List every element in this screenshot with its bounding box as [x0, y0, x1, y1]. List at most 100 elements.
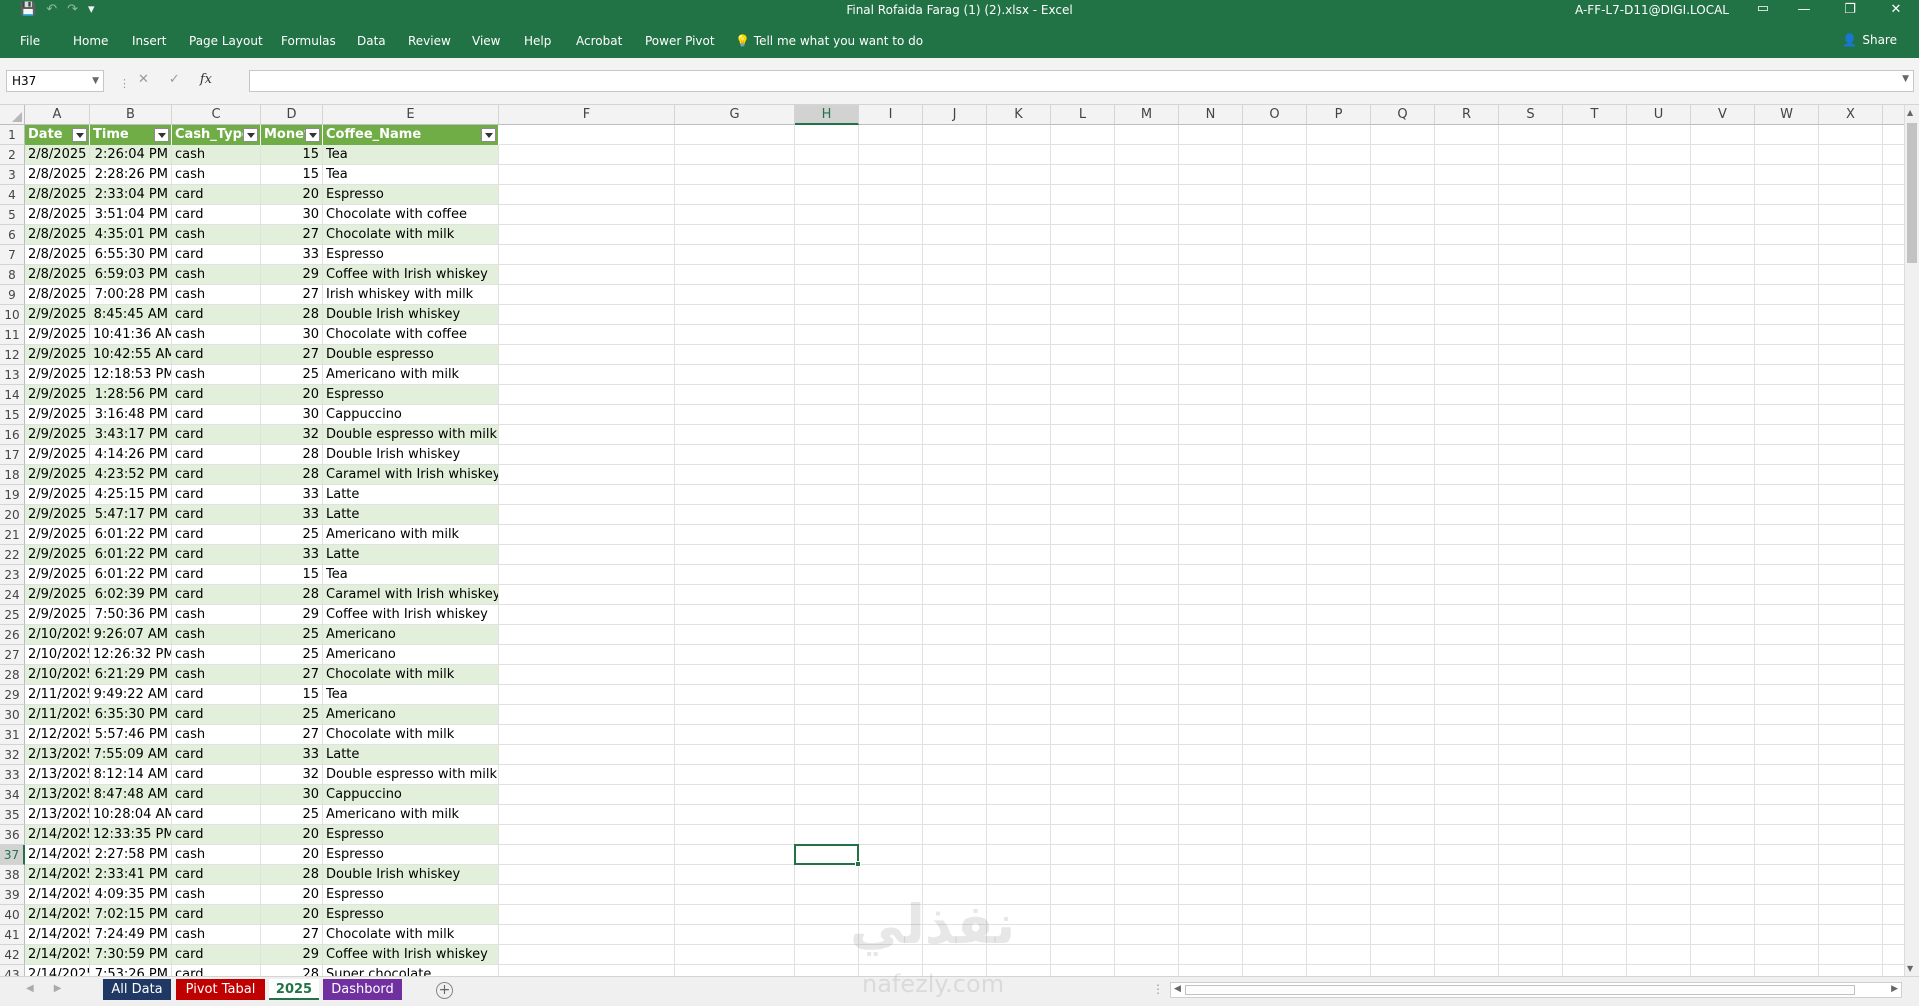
sheet-tab-2025[interactable]: 2025	[269, 979, 319, 1000]
table-cell[interactable]: 33	[261, 245, 322, 264]
table-cell[interactable]: 4:25:15 PM	[90, 485, 171, 504]
table-cell[interactable]: 20	[261, 885, 322, 904]
table-cell[interactable]: 2/8/2025	[25, 245, 89, 264]
table-cell[interactable]: Americano with milk	[323, 805, 498, 824]
row-header-6[interactable]: 6	[0, 225, 25, 245]
row-header-39[interactable]: 39	[0, 885, 25, 905]
column-header-g[interactable]: G	[675, 105, 795, 125]
horizontal-scrollbar[interactable]: ◀ ▶	[1170, 982, 1902, 998]
table-cell[interactable]: 6:01:22 PM	[90, 525, 171, 544]
column-header-r[interactable]: R	[1435, 105, 1499, 125]
table-cell[interactable]: card	[172, 545, 260, 564]
row-header-9[interactable]: 9	[0, 285, 25, 305]
table-cell[interactable]: 2/9/2025	[25, 445, 89, 464]
cancel-icon[interactable]: ✕	[138, 72, 149, 87]
table-cell[interactable]: Cappuccino	[323, 405, 498, 424]
table-cell[interactable]: 5:47:17 PM	[90, 505, 171, 524]
scroll-right-icon[interactable]: ▶	[1891, 984, 1898, 994]
table-cell[interactable]: Americano with milk	[323, 525, 498, 544]
row-header-35[interactable]: 35	[0, 805, 25, 825]
add-sheet-button[interactable]: +	[436, 982, 453, 999]
table-cell[interactable]: 2/9/2025	[25, 565, 89, 584]
table-cell[interactable]: card	[172, 345, 260, 364]
table-cell[interactable]: 27	[261, 225, 322, 244]
table-cell[interactable]: card	[172, 685, 260, 704]
filter-dropdown-icon[interactable]	[481, 128, 496, 142]
table-cell[interactable]: 2/8/2025	[25, 165, 89, 184]
table-cell[interactable]: 29	[261, 945, 322, 964]
minimize-icon[interactable]: —	[1781, 0, 1827, 22]
hscroll-thumb[interactable]	[1185, 985, 1855, 995]
name-box[interactable]: H37 ▼	[6, 70, 104, 92]
table-cell[interactable]: 28	[261, 445, 322, 464]
tab-page-layout[interactable]: Page Layout	[189, 34, 263, 48]
column-header-w[interactable]: W	[1755, 105, 1819, 125]
row-header-10[interactable]: 10	[0, 305, 25, 325]
tab-home[interactable]: Home	[73, 34, 108, 48]
table-cell[interactable]: Chocolate with milk	[323, 225, 498, 244]
table-cell[interactable]: 27	[261, 285, 322, 304]
table-cell[interactable]: 2:33:41 PM	[90, 865, 171, 884]
table-cell[interactable]: 2/9/2025	[25, 365, 89, 384]
table-cell[interactable]: 2/9/2025	[25, 325, 89, 344]
table-cell[interactable]: 4:35:01 PM	[90, 225, 171, 244]
table-cell[interactable]: Latte	[323, 545, 498, 564]
row-header-31[interactable]: 31	[0, 725, 25, 745]
table-cell[interactable]: 30	[261, 405, 322, 424]
table-cell[interactable]: 10:28:04 AM	[90, 805, 171, 824]
sheet-tab-dashbord[interactable]: Dashbord	[323, 979, 402, 1000]
column-header-v[interactable]: V	[1691, 105, 1755, 125]
row-header-40[interactable]: 40	[0, 905, 25, 925]
row-header-38[interactable]: 38	[0, 865, 25, 885]
table-cell[interactable]: Caramel with Irish whiskey	[323, 585, 498, 604]
table-cell[interactable]: card	[172, 485, 260, 504]
table-cell[interactable]: 2/9/2025	[25, 525, 89, 544]
table-cell[interactable]: 33	[261, 545, 322, 564]
table-cell[interactable]: Tea	[323, 145, 498, 164]
row-header-30[interactable]: 30	[0, 705, 25, 725]
table-cell[interactable]: card	[172, 965, 260, 976]
table-cell[interactable]: 2/9/2025	[25, 405, 89, 424]
row-header-24[interactable]: 24	[0, 585, 25, 605]
column-header-p[interactable]: P	[1307, 105, 1371, 125]
table-cell[interactable]: 25	[261, 805, 322, 824]
table-header-money[interactable]: Money	[261, 125, 323, 145]
table-cell[interactable]: 3:43:17 PM	[90, 425, 171, 444]
table-cell[interactable]: 6:01:22 PM	[90, 565, 171, 584]
table-cell[interactable]: cash	[172, 265, 260, 284]
table-cell[interactable]: 28	[261, 865, 322, 884]
enter-icon[interactable]: ✓	[169, 72, 180, 87]
select-all-corner[interactable]	[0, 105, 25, 125]
table-cell[interactable]: Americano	[323, 645, 498, 664]
prev-sheet-icon[interactable]: ◀	[26, 983, 34, 994]
column-header-x[interactable]: X	[1819, 105, 1883, 125]
table-cell[interactable]: 32	[261, 765, 322, 784]
table-cell[interactable]: cash	[172, 625, 260, 644]
filter-dropdown-icon[interactable]	[154, 128, 169, 142]
tab-view[interactable]: View	[472, 34, 500, 48]
row-header-17[interactable]: 17	[0, 445, 25, 465]
table-cell[interactable]: 2/13/2025	[25, 805, 89, 824]
row-header-22[interactable]: 22	[0, 545, 25, 565]
table-cell[interactable]: card	[172, 305, 260, 324]
table-cell[interactable]: Cappuccino	[323, 785, 498, 804]
table-cell[interactable]: 15	[261, 145, 322, 164]
table-cell[interactable]: card	[172, 465, 260, 484]
table-cell[interactable]: 7:02:15 PM	[90, 905, 171, 924]
table-cell[interactable]: 25	[261, 625, 322, 644]
table-cell[interactable]: 2/9/2025	[25, 545, 89, 564]
table-cell[interactable]: 2/14/2025	[25, 825, 89, 844]
table-cell[interactable]: 29	[261, 605, 322, 624]
vertical-scrollbar[interactable]: ▲ ▼	[1904, 105, 1919, 976]
table-cell[interactable]: card	[172, 805, 260, 824]
close-icon[interactable]: ✕	[1873, 0, 1919, 22]
column-header-f[interactable]: F	[499, 105, 675, 125]
table-cell[interactable]: 4:23:52 PM	[90, 465, 171, 484]
table-cell[interactable]: 4:09:35 PM	[90, 885, 171, 904]
table-cell[interactable]: card	[172, 565, 260, 584]
row-header-4[interactable]: 4	[0, 185, 25, 205]
table-cell[interactable]: 33	[261, 505, 322, 524]
table-cell[interactable]: cash	[172, 605, 260, 624]
table-cell[interactable]: Espresso	[323, 245, 498, 264]
column-header-t[interactable]: T	[1563, 105, 1627, 125]
